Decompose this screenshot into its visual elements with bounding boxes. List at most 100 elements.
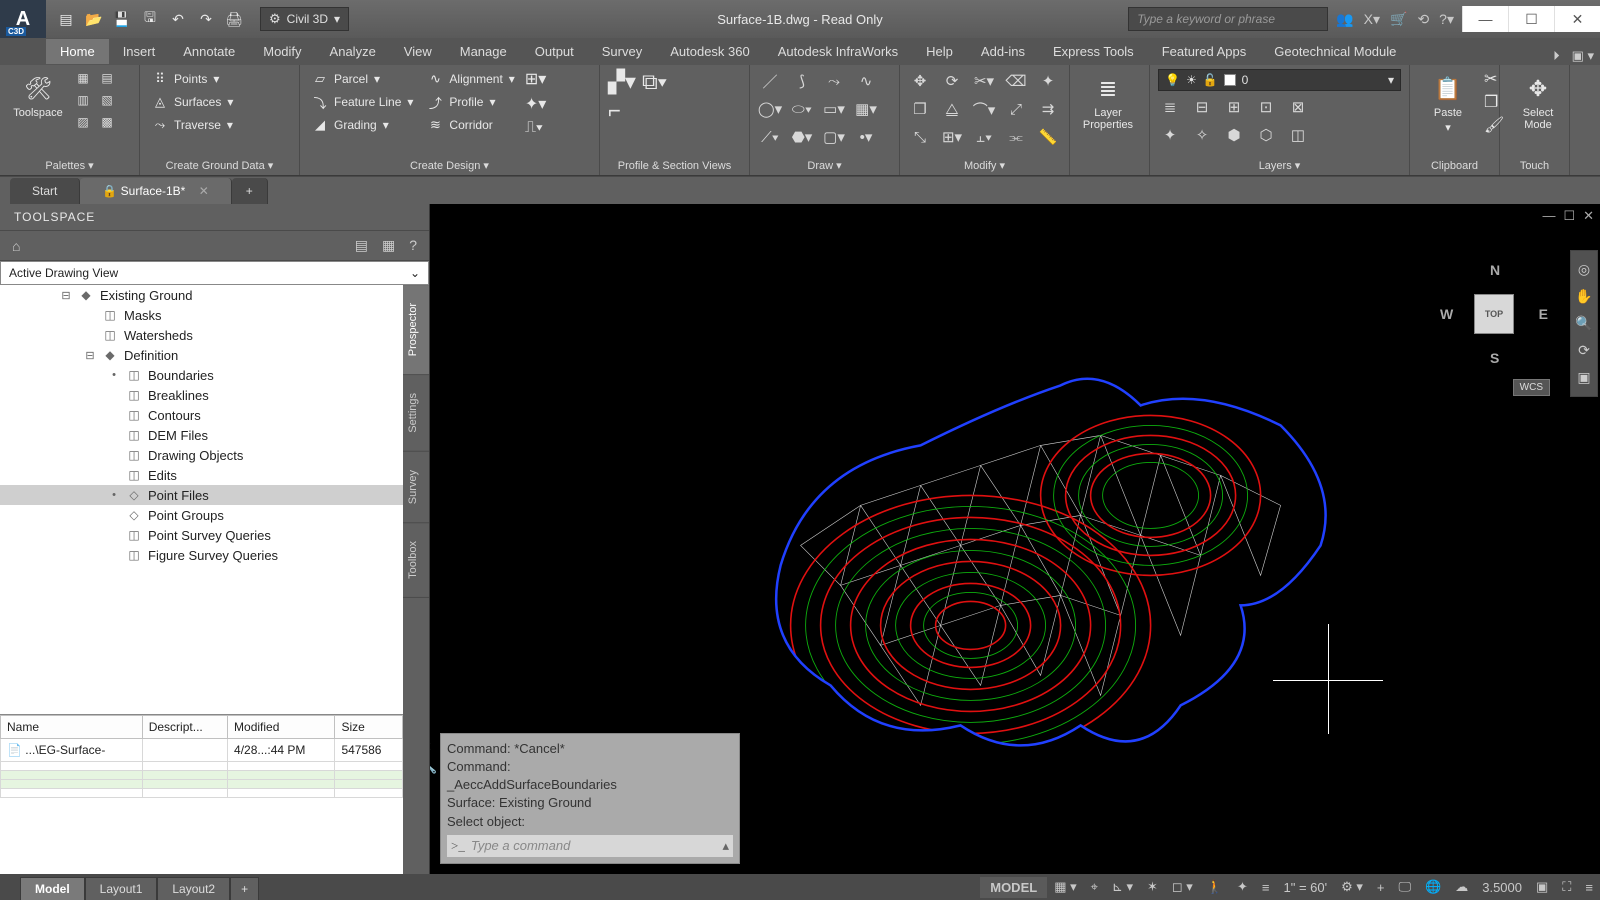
maximize-button[interactable]: ☐ (1508, 6, 1554, 32)
panel-clipboard-title[interactable]: Clipboard (1418, 157, 1491, 175)
assembly-icon[interactable]: ⊞▾ (525, 69, 547, 91)
select-mode-button[interactable]: ✥ Select Mode (1508, 69, 1568, 135)
tab-annotate[interactable]: Annotate (169, 39, 249, 64)
hatch-icon[interactable]: ▦▾ (854, 97, 878, 121)
profileview-icon[interactable]: ▞▾ (608, 69, 636, 95)
pan-icon[interactable]: ✋ (1575, 288, 1592, 305)
ts-ico-1[interactable]: ▤ (351, 237, 372, 254)
palette-ico-3[interactable]: ▥ (74, 91, 92, 109)
layer-ico-10[interactable]: ◫ (1286, 123, 1310, 147)
offset-icon[interactable]: ⇉ (1036, 97, 1060, 121)
exchange-icon[interactable]: X▾ (1364, 11, 1380, 28)
view-cube[interactable]: TOP N S E W (1434, 254, 1554, 374)
sb-grid-icon[interactable]: ▦ ▾ (1047, 879, 1083, 895)
vtab-settings[interactable]: Settings (403, 375, 429, 452)
cmd-config-icon[interactable]: 🔧 (430, 758, 437, 776)
vp-close-icon[interactable]: ✕ (1583, 208, 1594, 224)
tree-node[interactable]: ◫Watersheds (0, 325, 403, 345)
tree-node[interactable]: ◫DEM Files (0, 425, 403, 445)
trim-icon[interactable]: ✂▾ (972, 69, 996, 93)
panel-layers-title[interactable]: Layers (1158, 156, 1401, 175)
doctab-start[interactable]: Start (10, 178, 80, 204)
poly3d-icon[interactable]: ⬣▾ (790, 125, 814, 149)
traverse-button[interactable]: ⤳Traverse ▾ (148, 115, 237, 135)
tab-insert[interactable]: Insert (109, 39, 170, 64)
sb-osnap-icon[interactable]: ◻ ▾ (1165, 879, 1200, 895)
zoom-icon[interactable]: 🔍 (1575, 315, 1592, 332)
palette-ico-2[interactable]: ▤ (98, 69, 116, 87)
tab-addins[interactable]: Add-ins (967, 39, 1039, 64)
tab-survey[interactable]: Survey (588, 39, 656, 64)
sb-plus-icon[interactable]: + (1370, 880, 1392, 895)
pipenet-icon[interactable]: ⎍▾ (525, 119, 547, 141)
tab-home[interactable]: Home (46, 39, 109, 64)
col-name[interactable]: Name (1, 716, 143, 739)
cmd-history-dropdown-icon[interactable]: ▴ (722, 837, 729, 855)
palette-ico-5[interactable]: ▨ (74, 113, 92, 131)
alignment-button[interactable]: ∿Alignment ▾ (423, 69, 518, 89)
close-icon[interactable]: ✕ (199, 184, 209, 198)
panel-modify-title[interactable]: Modify (908, 156, 1061, 175)
tree-expander-icon[interactable]: ⊟ (60, 289, 72, 302)
join-icon[interactable]: ⫘ (1004, 125, 1028, 149)
copy-icon[interactable]: ❐ (908, 97, 932, 121)
doctab-current[interactable]: 🔒 Surface-1B* ✕ (80, 178, 231, 204)
layer-properties-button[interactable]: ≣ Layer Properties (1078, 69, 1138, 135)
layer-ico-5[interactable]: ⊠ (1286, 95, 1310, 119)
layout-tab-add[interactable]: + (230, 877, 259, 900)
tree-expander-icon[interactable]: ⊟ (84, 349, 96, 362)
close-button[interactable]: ✕ (1554, 6, 1600, 32)
tree-node[interactable]: ◫Drawing Objects (0, 445, 403, 465)
open-icon[interactable]: 📂 (84, 9, 104, 29)
col-modified[interactable]: Modified (228, 716, 335, 739)
layer-ico-4[interactable]: ⊡ (1254, 95, 1278, 119)
vtab-toolbox[interactable]: Toolbox (403, 523, 429, 598)
tab-express[interactable]: Express Tools (1039, 39, 1148, 64)
tree-node[interactable]: •◫Boundaries (0, 365, 403, 385)
minimize-button[interactable]: — (1462, 6, 1508, 32)
sampleline-icon[interactable]: ⌐ (608, 98, 636, 124)
nav-wheel-icon[interactable]: ◎ (1578, 261, 1590, 278)
panel-psv-title[interactable]: Profile & Section Views (608, 157, 741, 175)
saveas-icon[interactable]: 🖫 (140, 9, 160, 29)
tab-a360[interactable]: Autodesk 360 (656, 39, 764, 64)
panel-ground-title[interactable]: Create Ground Data (148, 156, 291, 175)
sb-lweight-icon[interactable]: ≡ (1255, 880, 1277, 895)
sb-monitor-icon[interactable]: 🖵 (1392, 879, 1419, 895)
sb-snap-icon[interactable]: ⌖ (1084, 879, 1105, 895)
sb-dynuc-icon[interactable]: 🚶 (1200, 879, 1230, 895)
mirror-icon[interactable]: ⧋ (940, 97, 964, 121)
toolspace-view-dropdown[interactable]: Active Drawing View ⌄ (0, 261, 429, 285)
panel-touch-title[interactable]: Touch (1508, 157, 1561, 175)
points-button[interactable]: ⠿Points ▾ (148, 69, 237, 89)
surfaces-button[interactable]: ◬Surfaces ▾ (148, 92, 237, 112)
measure-icon[interactable]: 📏 (1036, 125, 1060, 149)
dir-s[interactable]: S (1490, 350, 1499, 366)
toolspace-button[interactable]: 🛠 Toolspace (8, 69, 68, 123)
tree-node[interactable]: ◇Point Groups (0, 505, 403, 525)
ribbon-minimize-icon[interactable]: ▣ ▾ (1566, 48, 1600, 64)
viewcube-face[interactable]: TOP (1474, 294, 1514, 334)
plot-icon[interactable]: 🖨 (224, 9, 244, 29)
layer-ico-3[interactable]: ⊞ (1222, 95, 1246, 119)
tab-infraworks[interactable]: Autodesk InfraWorks (764, 39, 912, 64)
ellipse-icon[interactable]: ⬭▾ (790, 97, 814, 121)
align-icon[interactable]: ⫠▾ (972, 125, 996, 149)
tree-node[interactable]: ◫Masks (0, 305, 403, 325)
palette-ico-4[interactable]: ▧ (98, 91, 116, 109)
layout-tab-model[interactable]: Model (20, 877, 85, 900)
a360-icon[interactable]: ⟲ (1417, 11, 1429, 28)
sb-ortho-icon[interactable]: ⊾ ▾ (1105, 879, 1140, 895)
move-icon[interactable]: ✥ (908, 69, 932, 93)
sb-polar-icon[interactable]: ✶ (1140, 879, 1165, 895)
vtab-prospector[interactable]: Prospector (403, 285, 429, 375)
erase-icon[interactable]: ⌫ (1004, 69, 1028, 93)
panel-design-title[interactable]: Create Design (308, 156, 591, 175)
panel-draw-title[interactable]: Draw (758, 156, 891, 175)
parcel-button[interactable]: ▱Parcel ▾ (308, 69, 417, 89)
save-icon[interactable]: 💾 (112, 9, 132, 29)
tree-node[interactable]: ◫Edits (0, 465, 403, 485)
line-icon[interactable]: ／ (758, 69, 782, 93)
tab-manage[interactable]: Manage (446, 39, 521, 64)
tree-expander-icon[interactable]: • (108, 369, 120, 381)
